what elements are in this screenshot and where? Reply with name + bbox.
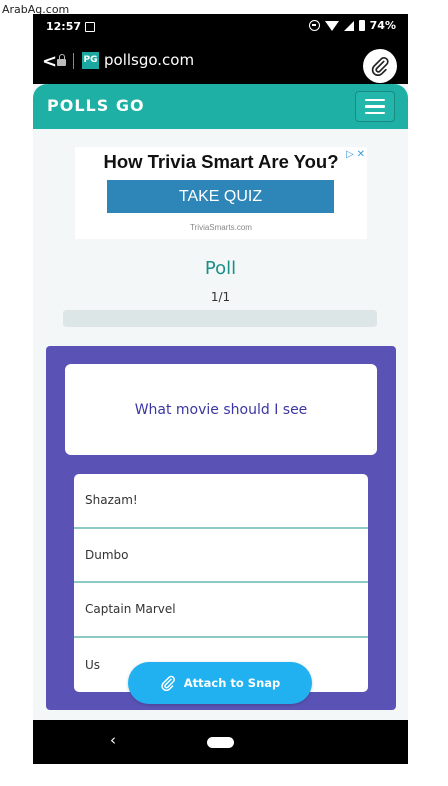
url-divider <box>73 53 74 69</box>
paperclip-icon <box>371 56 389 76</box>
browser-toolbar: < PG pollsgo.com <box>33 40 408 84</box>
status-icons: 74% <box>308 19 396 32</box>
menu-line <box>365 105 385 108</box>
attach-clip-button[interactable] <box>363 49 397 83</box>
attach-to-snap-label: Attach to Snap <box>183 676 281 690</box>
poll-question: What movie should I see <box>134 401 308 418</box>
options-list: Shazam! Dumbo Captain Marvel Us <box>74 474 368 692</box>
poll-progress-fill <box>64 311 376 326</box>
web-content: POLLS GO How Trivia Smart Are You? ▷ ✕ T… <box>33 84 408 720</box>
ad-banner[interactable]: How Trivia Smart Are You? ▷ ✕ TAKE QUIZ … <box>75 147 367 239</box>
signal-icon <box>343 20 354 31</box>
do-not-disturb-icon <box>308 20 320 31</box>
site-favicon: PG <box>82 52 99 69</box>
ad-source: TriviaSmarts.com <box>190 223 252 232</box>
question-box: What movie should I see <box>65 364 377 455</box>
nav-back-icon[interactable]: ‹ <box>110 731 116 749</box>
ad-title: How Trivia Smart Are You? <box>103 151 339 172</box>
battery-icon <box>358 20 365 31</box>
paperclip-icon <box>161 675 175 691</box>
ad-take-quiz-button[interactable]: TAKE QUIZ <box>107 180 334 213</box>
nav-home-pill[interactable] <box>207 737 234 748</box>
ad-choices-close-icon[interactable]: ▷ ✕ <box>346 149 365 160</box>
poll-progress-bar <box>63 310 377 327</box>
lock-icon <box>57 54 66 66</box>
menu-line <box>365 111 385 115</box>
site-header: POLLS GO <box>33 84 408 129</box>
phone-screen: 12:57 74% < PG pollsgo.com POLLS GO How … <box>33 14 408 764</box>
battery-percent: 74% <box>369 19 396 32</box>
attach-to-snap-button[interactable]: Attach to Snap <box>128 662 312 704</box>
image-notification-icon <box>85 22 95 32</box>
poll-card: What movie should I see Shazam! Dumbo Ca… <box>46 346 396 710</box>
menu-line <box>365 98 385 102</box>
wifi-icon <box>324 20 339 31</box>
url-text[interactable]: pollsgo.com <box>104 51 194 69</box>
status-time: 12:57 <box>46 20 82 33</box>
status-bar: 12:57 74% <box>33 14 408 40</box>
brand-logo[interactable]: POLLS GO <box>47 96 145 115</box>
poll-option[interactable]: Captain Marvel <box>74 583 368 638</box>
system-nav-bar: ‹ <box>33 720 408 764</box>
poll-option[interactable]: Dumbo <box>74 529 368 583</box>
back-chevron-icon[interactable]: < <box>42 51 57 72</box>
poll-title: Poll <box>204 258 237 279</box>
hamburger-menu-button[interactable] <box>355 91 395 122</box>
poll-counter: 1/1 <box>210 290 231 304</box>
poll-option[interactable]: Shazam! <box>74 474 368 529</box>
